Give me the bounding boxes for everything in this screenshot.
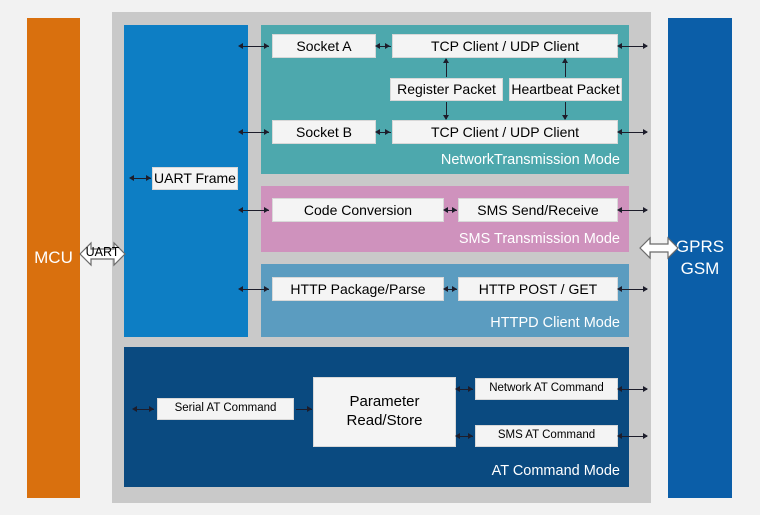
connector-arrowhead bbox=[375, 43, 380, 49]
connector-arrowhead bbox=[643, 129, 648, 135]
connector-arrowhead bbox=[443, 115, 449, 120]
gprs-label-line1: GPRS bbox=[675, 237, 725, 256]
connector-arrowhead bbox=[468, 386, 473, 392]
connector-arrowhead bbox=[264, 207, 269, 213]
connector-arrowhead bbox=[129, 175, 134, 181]
connector-arrowhead bbox=[643, 207, 648, 213]
parameter-read-store-line1: Parameter bbox=[349, 393, 420, 411]
connector-arrowhead bbox=[617, 43, 622, 49]
connector-arrowhead bbox=[643, 286, 648, 292]
connector-arrowhead bbox=[455, 433, 460, 439]
block-register-packet: Register Packet bbox=[390, 78, 503, 101]
connector-arrowhead bbox=[617, 129, 622, 135]
gprs-double-arrow-icon bbox=[639, 236, 679, 260]
connector-arrowhead bbox=[617, 386, 622, 392]
connector-arrowhead bbox=[617, 207, 622, 213]
connector-arrowhead bbox=[132, 406, 137, 412]
uart-connector-label: UART bbox=[85, 245, 120, 259]
sms-mode-caption: SMS Transmission Mode bbox=[458, 231, 620, 247]
connector-arrowhead bbox=[443, 286, 448, 292]
connector-arrowhead bbox=[643, 43, 648, 49]
connector-arrowhead bbox=[562, 115, 568, 120]
connector-arrowhead bbox=[238, 43, 243, 49]
block-heartbeat-packet: Heartbeat Packet bbox=[509, 78, 622, 101]
connector-arrowhead bbox=[385, 43, 390, 49]
block-uart-frame: UART Frame bbox=[152, 167, 238, 190]
connector-arrowhead bbox=[643, 386, 648, 392]
connector-arrowhead bbox=[238, 207, 243, 213]
at-mode-caption: AT Command Mode bbox=[491, 463, 620, 479]
block-socket-b: Socket B bbox=[272, 120, 376, 144]
connector-arrowhead bbox=[617, 433, 622, 439]
connector-arrowhead bbox=[452, 207, 457, 213]
connector-arrowhead bbox=[443, 58, 449, 63]
connector-arrowhead bbox=[455, 386, 460, 392]
connector-arrowhead bbox=[385, 129, 390, 135]
block-sms-at-command: SMS AT Command bbox=[475, 425, 618, 447]
block-tcp-udp-client-bottom: TCP Client / UDP Client bbox=[392, 120, 618, 144]
connector-arrowhead bbox=[375, 129, 380, 135]
mcu-label: MCU bbox=[34, 248, 73, 267]
connector-arrowhead bbox=[264, 286, 269, 292]
connector-arrowhead bbox=[146, 175, 151, 181]
connector-arrowhead bbox=[443, 207, 448, 213]
gsm-label-line2: GSM bbox=[680, 259, 720, 278]
connector-arrowhead bbox=[149, 406, 154, 412]
connector-arrowhead bbox=[238, 129, 243, 135]
block-socket-a: Socket A bbox=[272, 34, 376, 58]
connector-arrowhead bbox=[264, 129, 269, 135]
connector-arrowhead bbox=[264, 43, 269, 49]
block-serial-at-command: Serial AT Command bbox=[157, 398, 294, 420]
connector-arrowhead bbox=[562, 58, 568, 63]
block-http-package-parse: HTTP Package/Parse bbox=[272, 277, 444, 301]
connector-arrowhead bbox=[643, 433, 648, 439]
connector-arrowhead bbox=[238, 286, 243, 292]
block-sms-send-receive: SMS Send/Receive bbox=[458, 198, 618, 222]
block-diagram: MCU GPRS GSM UART Frame NetworkTransmiss… bbox=[0, 0, 760, 515]
httpd-mode-caption: HTTPD Client Mode bbox=[490, 315, 620, 331]
connector-arrowhead bbox=[617, 286, 622, 292]
network-mode-caption: NetworkTransmission Mode bbox=[440, 152, 620, 168]
block-http-post-get: HTTP POST / GET bbox=[458, 277, 618, 301]
parameter-read-store-line2: Read/Store bbox=[346, 412, 423, 429]
block-network-at-command: Network AT Command bbox=[475, 378, 618, 400]
block-parameter-read-store: Parameter Read/Store bbox=[313, 377, 456, 447]
mcu-bar: MCU bbox=[27, 18, 80, 498]
connector-arrowhead bbox=[468, 433, 473, 439]
connector-arrowhead bbox=[452, 286, 457, 292]
block-tcp-udp-client-top: TCP Client / UDP Client bbox=[392, 34, 618, 58]
block-code-conversion: Code Conversion bbox=[272, 198, 444, 222]
connector-arrowhead bbox=[307, 406, 312, 412]
